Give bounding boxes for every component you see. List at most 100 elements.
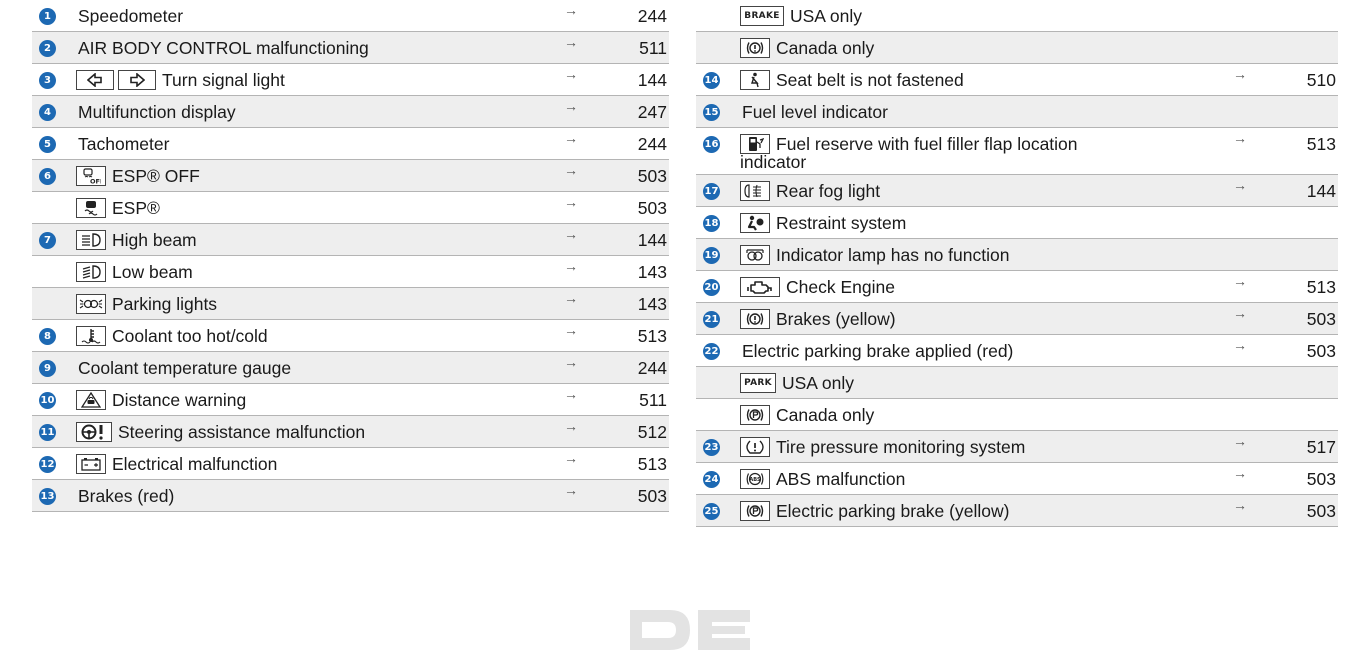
page-reference-arrow: → — [564, 194, 578, 210]
item-label: Check Engine — [786, 277, 895, 297]
item-label: Turn signal light — [162, 70, 285, 90]
tire-pressure-icon — [740, 437, 770, 457]
item-label: Electrical malfunction — [112, 454, 278, 474]
page-reference-arrow: → — [1233, 177, 1247, 193]
page-reference-arrow: → — [564, 322, 578, 338]
item-number-badge: 18 — [703, 215, 720, 232]
steering-icon — [76, 422, 112, 442]
list-item: 25 Electric parking brake (yellow) → 503 — [696, 495, 1338, 527]
svg-text:OFF: OFF — [90, 178, 101, 185]
page-reference-number: 513 — [1306, 277, 1336, 297]
page-reference-number: 144 — [1306, 181, 1336, 201]
page-reference-arrow: → — [1233, 433, 1247, 449]
page-reference-arrow: → — [564, 354, 578, 370]
list-item: 17 Rear fog light → 144 — [696, 175, 1338, 207]
list-item: BRAKE USA only — [696, 0, 1338, 32]
list-item: Parking lights → 143 — [32, 288, 669, 320]
item-label: Rear fog light — [776, 181, 881, 201]
item-label: Canada only — [776, 38, 875, 58]
list-item: 15 Fuel level indicator — [696, 96, 1338, 128]
page-reference-arrow: → — [1233, 465, 1247, 481]
item-number-badge: 13 — [39, 488, 56, 505]
page-reference-arrow: → — [564, 34, 578, 50]
page-reference-number: 143 — [637, 294, 667, 314]
page-reference-arrow: → — [564, 130, 578, 146]
list-item: 24 ABS ABS malfunction → 503 — [696, 463, 1338, 495]
list-item: 20 Check Engine → 513 — [696, 271, 1338, 303]
item-label: Fuel level indicator — [742, 102, 888, 122]
page-reference-arrow: → — [1233, 497, 1247, 513]
battery-icon — [76, 454, 106, 474]
item-number-badge: 6 — [39, 168, 56, 185]
page-reference-arrow: → — [564, 98, 578, 114]
item-number-badge: 12 — [39, 456, 56, 473]
item-number-badge: 19 — [703, 247, 720, 264]
engine-icon — [740, 277, 780, 297]
page-reference-number: 244 — [637, 358, 667, 378]
item-label: High beam — [112, 230, 197, 250]
list-item: 7 High beam → 144 — [32, 224, 669, 256]
item-label: Electric parking brake applied (red) — [742, 341, 1014, 361]
park-circle-icon — [740, 405, 770, 425]
watermark-logo — [630, 610, 750, 650]
fuel-icon — [740, 134, 770, 154]
esp-off-icon: OFF — [76, 166, 106, 186]
park-text-text: PARK — [744, 378, 772, 388]
item-number-badge: 16 — [703, 136, 720, 153]
list-item: 13 Brakes (red) → 503 — [32, 480, 669, 512]
page-reference-number: 513 — [637, 326, 667, 346]
item-number-badge: 23 — [703, 439, 720, 456]
list-item: 6 OFF ESP® OFF → 503 — [32, 160, 669, 192]
item-label: Canada only — [776, 405, 875, 425]
list-item: PARK USA only — [696, 367, 1338, 399]
brake-text-icon: BRAKE — [740, 6, 784, 26]
item-number-badge: 8 — [39, 328, 56, 345]
item-label: Restraint system — [776, 213, 907, 233]
list-item: 23 Tire pressure monitoring system → 517 — [696, 431, 1338, 463]
item-number-badge: 24 — [703, 471, 720, 488]
list-item: 14 Seat belt is not fastened → 510 — [696, 64, 1338, 96]
list-item: 1 Speedometer → 244 — [32, 0, 669, 32]
page-reference-number: 511 — [639, 38, 667, 58]
list-item: 18 Restraint system — [696, 207, 1338, 239]
list-item: 16 Fuel reserve with fuel filler flap loc… — [696, 128, 1338, 175]
page-reference-number: 503 — [1306, 309, 1336, 329]
item-label: Speedometer — [78, 6, 184, 26]
list-item: Canada only — [696, 32, 1338, 64]
item-label: ESP® — [112, 198, 160, 218]
item-number-badge: 17 — [703, 183, 720, 200]
item-label: ESP® OFF — [112, 166, 200, 186]
page-reference-number: 513 — [1306, 134, 1336, 154]
page-reference-arrow: → — [564, 482, 578, 498]
item-label: Tire pressure monitoring system — [776, 437, 1026, 457]
svg-text:ABS: ABS — [749, 477, 761, 483]
item-label: ABS malfunction — [776, 469, 906, 489]
item-label: Indicator lamp has no function — [776, 245, 1010, 265]
park-text-icon: PARK — [740, 373, 776, 393]
item-label: Brakes (red) — [78, 486, 175, 506]
distance-warning-icon — [76, 390, 106, 410]
item-label: USA only — [782, 373, 854, 393]
coolant-icon — [76, 326, 106, 346]
indicator-lamp-icon — [740, 245, 770, 265]
list-item: 5 Tachometer → 244 — [32, 128, 669, 160]
item-number-badge: 10 — [39, 392, 56, 409]
item-number-badge: 15 — [703, 104, 720, 121]
item-number-badge: 1 — [39, 8, 56, 25]
item-label: USA only — [790, 6, 862, 26]
page-reference-arrow: → — [1233, 305, 1247, 321]
list-item: ESP® → 503 — [32, 192, 669, 224]
page-reference-arrow: → — [1233, 337, 1247, 353]
park-circle-icon — [740, 501, 770, 521]
page-reference-arrow: → — [564, 226, 578, 242]
item-number-badge: 3 — [39, 72, 56, 89]
page-reference-arrow: → — [564, 418, 578, 434]
page-reference-number: 510 — [1306, 70, 1336, 90]
item-label-continued: indicator — [740, 152, 807, 172]
item-number-badge: 22 — [703, 343, 720, 360]
list-item: 11 Steering assistance malfunction → 512 — [32, 416, 669, 448]
brake-text-text: BRAKE — [744, 11, 780, 21]
list-item: 8 Coolant too hot/cold → 513 — [32, 320, 669, 352]
item-number-badge: 7 — [39, 232, 56, 249]
page-reference-number: 512 — [637, 422, 667, 442]
